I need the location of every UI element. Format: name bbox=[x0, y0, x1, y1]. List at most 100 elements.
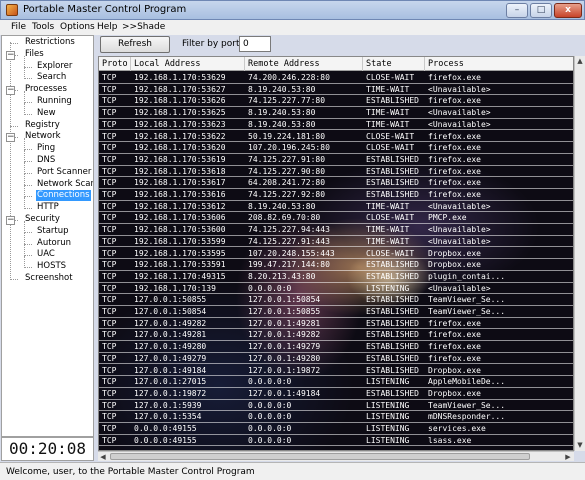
title-bar[interactable]: Portable Master Control Program – □ x bbox=[0, 0, 585, 20]
tree-item-running[interactable]: Running bbox=[36, 96, 73, 107]
table-row[interactable]: TCP 127.0.0.1:49282 127.0.0.1:49281 ESTABLI… bbox=[99, 318, 573, 330]
table-row[interactable]: TCP 192.168.1.170:49315 8.20.213.43:80 ESTA… bbox=[99, 271, 573, 283]
tree-item-dns[interactable]: DNS bbox=[36, 155, 56, 166]
navigation-tree[interactable]: Restrictions − Files Explorer Search − Process… bbox=[1, 35, 94, 437]
table-row[interactable]: TCP 192.168.1.170:53618 74.125.227.90:80 ES… bbox=[99, 166, 573, 178]
table-row[interactable]: TCP 192.168.1.170:139 0.0.0.0:0 LISTENING <U… bbox=[99, 283, 573, 295]
table-row[interactable]: TCP 192.168.1.170:53616 74.125.227.92:80 ES… bbox=[99, 189, 573, 201]
table-row[interactable]: TCP 192.168.1.170:53600 74.125.227.94:443 T… bbox=[99, 224, 573, 236]
column-header-state[interactable]: State bbox=[363, 57, 425, 71]
tree-item-uac[interactable]: UAC bbox=[36, 249, 56, 260]
collapse-toggle-icon[interactable]: − bbox=[6, 216, 15, 225]
horizontal-scroll-thumb[interactable] bbox=[110, 453, 530, 460]
scroll-right-icon[interactable]: ▶ bbox=[563, 452, 573, 462]
tree-connector bbox=[24, 78, 32, 80]
connections-table[interactable]: Proto Local Address Remote Address State… bbox=[98, 56, 574, 451]
tree-item-hosts[interactable]: HOSTS bbox=[36, 261, 67, 272]
tree-item-screenshot[interactable]: Screenshot bbox=[24, 273, 74, 284]
tree-item-search[interactable]: Search bbox=[36, 72, 67, 83]
scroll-left-icon[interactable]: ◀ bbox=[98, 452, 108, 462]
table-row[interactable]: TCP 0.0.0.0:49155 0.0.0.0:0 LISTENING servic… bbox=[99, 423, 573, 435]
tree-item-restrictions[interactable]: Restrictions bbox=[24, 37, 76, 48]
table-row[interactable]: TCP 192.168.1.170:53599 74.125.227.91:443 T… bbox=[99, 236, 573, 248]
column-header-local-address[interactable]: Local Address bbox=[131, 57, 245, 71]
collapse-toggle-icon[interactable]: − bbox=[6, 50, 15, 60]
tree-connector bbox=[24, 113, 32, 115]
column-header-proto[interactable]: Proto bbox=[99, 57, 131, 71]
maximize-button[interactable]: □ bbox=[530, 3, 552, 18]
menu-tools[interactable]: Tools bbox=[32, 22, 54, 32]
column-header-process[interactable]: Process bbox=[425, 57, 573, 71]
port-filter-input[interactable]: 0 bbox=[239, 36, 271, 52]
menu-shade[interactable]: >>Shade bbox=[122, 22, 165, 32]
tree-item-autorun[interactable]: Autorun bbox=[36, 238, 72, 249]
tree-connector bbox=[24, 208, 32, 210]
tree-item-explorer[interactable]: Explorer bbox=[36, 61, 73, 72]
table-row[interactable]: TCP 127.0.0.1:5939 0.0.0.0:0 LISTENING TeamV… bbox=[99, 400, 573, 412]
tree-item-network-scan[interactable]: Network Scan bbox=[36, 179, 93, 190]
horizontal-scrollbar[interactable]: ◀ ▶ bbox=[98, 451, 574, 461]
tree-connector bbox=[24, 161, 32, 162]
table-row[interactable]: TCP 0.0.0.0:49155 0.0.0.0:0 LISTENING lsass.… bbox=[99, 435, 573, 447]
tree-connector bbox=[10, 43, 18, 44]
table-row[interactable]: TCP 127.0.0.1:27015 0.0.0.0:0 LISTENING Appl… bbox=[99, 376, 573, 388]
table-row[interactable]: TCP 127.0.0.1:49281 127.0.0.1:49282 ESTABLI… bbox=[99, 329, 573, 342]
table-row[interactable]: TCP 192.168.1.170:53627 8.19.240.53:80 TIME… bbox=[99, 84, 573, 96]
vertical-scrollbar[interactable]: ▲ ▼ bbox=[574, 56, 585, 451]
tree-connector bbox=[24, 102, 32, 103]
tree-item-new[interactable]: New bbox=[36, 108, 57, 119]
tree-connector bbox=[10, 125, 18, 127]
menu-bar: File Tools Options Help >>Shade bbox=[0, 20, 585, 35]
table-row[interactable]: TCP 127.0.0.1:50854 127.0.0.1:50855 ESTABLI… bbox=[99, 306, 573, 318]
table-row[interactable]: TCP 192.168.1.170:53622 50.19.224.181:80 CL… bbox=[99, 131, 573, 143]
menu-help[interactable]: Help bbox=[97, 22, 118, 32]
column-header-remote-address[interactable]: Remote Address bbox=[245, 57, 363, 71]
tree-item-port-scanner[interactable]: Port Scanner bbox=[36, 167, 92, 178]
tree-item-processes[interactable]: Processes bbox=[24, 84, 68, 95]
menu-options[interactable]: Options bbox=[60, 22, 95, 32]
table-row[interactable]: TCP 192.168.1.170:53626 74.125.227.77:80 ES… bbox=[99, 95, 573, 108]
filter-label: Filter by port: bbox=[182, 39, 243, 49]
minimize-button[interactable]: – bbox=[506, 3, 528, 18]
tree-item-security[interactable]: Security bbox=[24, 214, 61, 225]
tree-connector bbox=[24, 231, 32, 233]
tree-item-connections[interactable]: Connections bbox=[36, 190, 91, 202]
tree-item-files[interactable]: Files bbox=[24, 49, 45, 60]
close-button[interactable]: x bbox=[554, 3, 582, 18]
status-text: Welcome, user, to the Portable Master Co… bbox=[6, 467, 255, 477]
table-row[interactable]: TCP 127.0.0.1:50855 127.0.0.1:50854 ESTABLI… bbox=[99, 294, 573, 306]
table-row[interactable]: TCP 192.168.1.170:53606 208.82.69.70:80 CLO… bbox=[99, 212, 573, 225]
tree-connector bbox=[24, 184, 32, 186]
tree-item-ping[interactable]: Ping bbox=[36, 143, 56, 154]
table-row[interactable]: TCP 192.168.1.170:53623 8.19.240.53:80 TIME… bbox=[99, 119, 573, 131]
tree-item-network[interactable]: Network bbox=[24, 131, 62, 142]
table-row[interactable]: TCP 127.0.0.1:19872 127.0.0.1:49184 ESTABLI… bbox=[99, 388, 573, 400]
table-row[interactable]: TCP 192.168.1.170:53617 64.208.241.72:80 ES… bbox=[99, 177, 573, 189]
tree-item-startup[interactable]: Startup bbox=[36, 226, 70, 237]
menu-file[interactable]: File bbox=[11, 22, 26, 32]
tree-item-http[interactable]: HTTP bbox=[36, 202, 60, 213]
tree-connector bbox=[24, 172, 32, 174]
scroll-up-icon[interactable]: ▲ bbox=[575, 56, 585, 66]
table-row[interactable]: TCP 127.0.0.1:49280 127.0.0.1:49279 ESTABLI… bbox=[99, 341, 573, 353]
table-row[interactable]: TCP 127.0.0.1:5354 0.0.0.0:0 LISTENING mDNSR… bbox=[99, 411, 573, 423]
app-icon bbox=[6, 4, 18, 16]
scroll-down-icon[interactable]: ▼ bbox=[575, 440, 585, 450]
tree-item-registry[interactable]: Registry bbox=[24, 120, 61, 131]
table-row[interactable]: TCP 192.168.1.170:53612 8.19.240.53:80 TIME… bbox=[99, 201, 573, 213]
tree-connector bbox=[24, 149, 32, 151]
table-row[interactable]: TCP 192.168.1.170:53625 8.19.240.53:80 TIME… bbox=[99, 107, 573, 119]
table-row[interactable]: TCP 127.0.0.1:49184 127.0.0.1:19872 ESTABLI… bbox=[99, 365, 573, 377]
table-row[interactable]: TCP 192.168.1.170:53591 199.47.217.144:80 E… bbox=[99, 259, 573, 271]
table-row[interactable]: TCP 127.0.0.1:49279 127.0.0.1:49280 ESTABLI… bbox=[99, 353, 573, 365]
table-row[interactable]: TCP 192.168.1.170:53620 107.20.196.245:80 C… bbox=[99, 142, 573, 154]
table-row[interactable]: TCP 192.168.1.170:53595 107.20.248.155:443… bbox=[99, 248, 573, 260]
table-row[interactable]: TCP 192.168.1.170:53629 74.200.246.228:80 C… bbox=[99, 72, 573, 84]
tree-connector bbox=[10, 279, 18, 280]
table-header: Proto Local Address Remote Address State… bbox=[99, 57, 573, 71]
table-row[interactable]: TCP 192.168.1.170:53619 74.125.227.91:80 ES… bbox=[99, 154, 573, 166]
collapse-toggle-icon[interactable]: − bbox=[6, 133, 15, 143]
refresh-button[interactable]: Refresh bbox=[100, 36, 170, 53]
collapse-toggle-icon[interactable]: − bbox=[6, 86, 15, 96]
tree-connector bbox=[24, 196, 32, 198]
